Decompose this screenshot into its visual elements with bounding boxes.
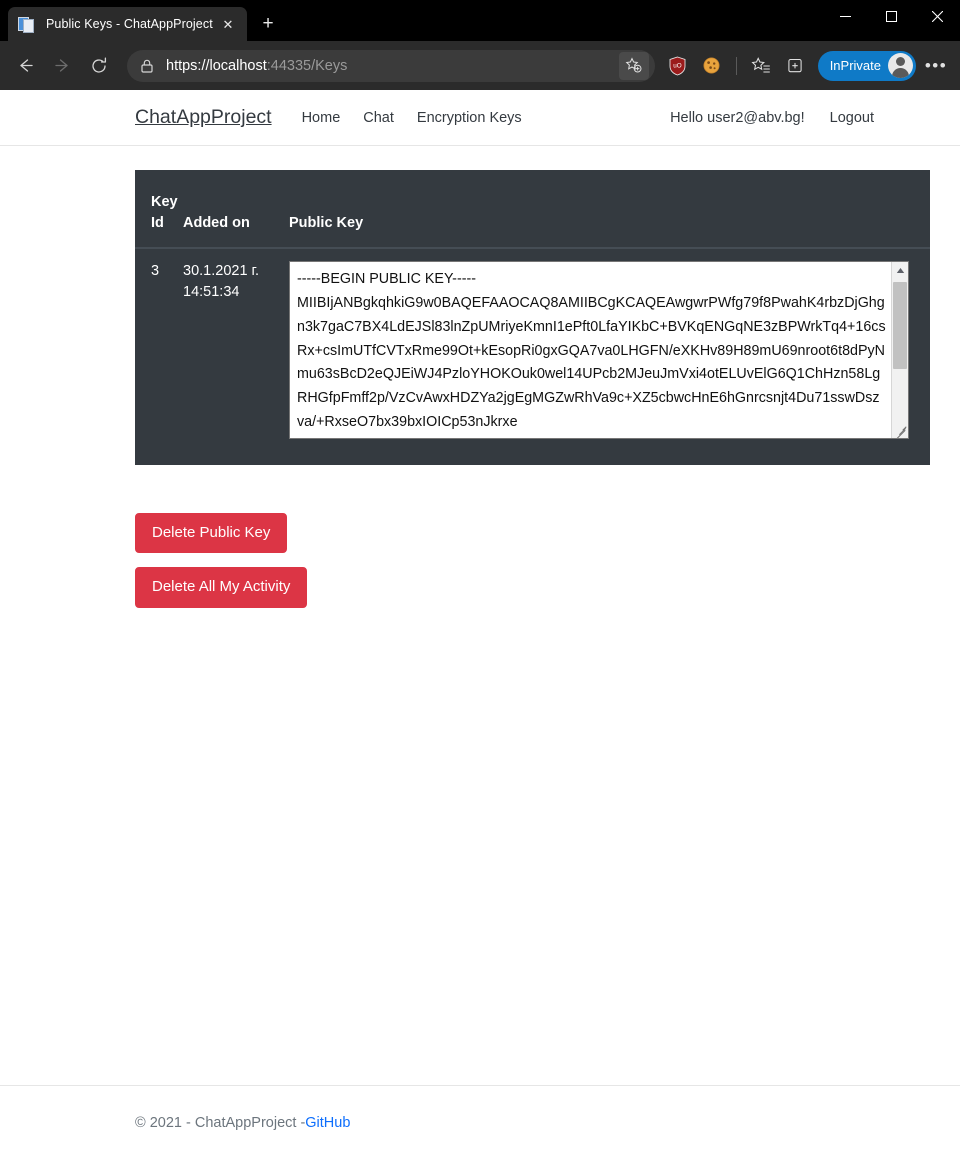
browser-titlebar: Public Keys - ChatAppProject ✕ + <box>0 0 960 41</box>
ublock-origin-icon[interactable]: uO <box>662 50 694 82</box>
avatar-icon[interactable] <box>888 53 913 78</box>
column-header-public-key: Public Key <box>289 170 930 249</box>
tab-close-icon[interactable]: ✕ <box>217 13 239 35</box>
browser-toolbar: https://localhost:44335/Keys uO InPrivat… <box>0 41 960 90</box>
scrollbar-track[interactable] <box>892 279 909 421</box>
document-icon <box>18 16 35 33</box>
address-bar[interactable]: https://localhost:44335/Keys <box>127 49 655 82</box>
table-head: Key Id Added on Public Key <box>135 170 930 249</box>
table-row: 3 30.1.2021 г. 14:51:34 -----BEGIN PUBLI… <box>135 248 930 465</box>
textarea-scrollbar[interactable] <box>891 261 909 438</box>
delete-public-key-button[interactable]: Delete Public Key <box>135 512 288 554</box>
star-list-icon[interactable] <box>745 50 777 82</box>
toolbar-divider <box>735 56 737 75</box>
cookie-icon[interactable] <box>696 50 728 82</box>
collections-icon[interactable] <box>779 50 811 82</box>
public-key-textarea-wrapper: -----BEGIN PUBLIC KEY----- MIIBIjANBgkqh… <box>289 260 909 439</box>
main-content: Key Id Added on Public Key 3 30.1.2021 г… <box>0 146 960 1085</box>
delete-all-activity-button[interactable]: Delete All My Activity <box>135 567 308 608</box>
browser-window: Public Keys - ChatAppProject ✕ + https:/… <box>0 0 960 1160</box>
maximize-icon[interactable] <box>868 0 914 33</box>
back-arrow-icon[interactable] <box>8 49 42 83</box>
user-nav: Hello user2@abv.bg! Logout <box>670 110 936 126</box>
inprivate-badge[interactable]: InPrivate <box>817 50 916 81</box>
close-icon[interactable] <box>914 0 960 33</box>
scroll-up-icon[interactable] <box>892 262 909 279</box>
window-controls <box>822 0 960 33</box>
cell-key-id: 3 <box>151 262 160 279</box>
cell-public-key: -----BEGIN PUBLIC KEY----- MIIBIjANBgkqh… <box>289 248 930 465</box>
inprivate-label: InPrivate <box>829 58 881 73</box>
reload-icon[interactable] <box>82 49 116 83</box>
tab-title: Public Keys - ChatAppProject <box>46 17 213 31</box>
minimize-icon[interactable] <box>822 0 868 33</box>
public-keys-table: Key Id Added on Public Key 3 30.1.2021 г… <box>135 170 930 465</box>
site-navbar: ChatAppProject Home Chat Encryption Keys… <box>0 90 960 146</box>
settings-more-icon[interactable]: ••• <box>920 50 952 82</box>
textarea-resize-handle[interactable] <box>892 421 908 438</box>
primary-nav: Home Chat Encryption Keys <box>302 110 522 126</box>
public-key-textarea[interactable]: -----BEGIN PUBLIC KEY----- MIIBIjANBgkqh… <box>289 260 909 439</box>
footer-text: © 2021 - ChatAppProject - <box>135 1115 306 1131</box>
column-header-added-on: Added on <box>183 170 289 249</box>
url-host: https://localhost <box>166 57 267 74</box>
url-text[interactable]: https://localhost:44335/Keys <box>166 58 619 74</box>
svg-text:uO: uO <box>673 62 682 69</box>
site-footer: © 2021 - ChatAppProject - GitHub <box>0 1085 960 1160</box>
new-tab-button[interactable]: + <box>253 9 283 39</box>
lock-icon[interactable] <box>139 58 155 74</box>
table-header-row: Key Id Added on Public Key <box>135 170 930 249</box>
github-link[interactable]: GitHub <box>305 1115 350 1131</box>
greeting-link[interactable]: Hello user2@abv.bg! <box>670 110 805 126</box>
table-body: 3 30.1.2021 г. 14:51:34 -----BEGIN PUBLI… <box>135 248 930 465</box>
url-path: :44335/Keys <box>266 57 348 74</box>
nav-link-chat[interactable]: Chat <box>363 110 394 126</box>
star-plus-icon[interactable] <box>618 51 649 80</box>
nav-link-home[interactable]: Home <box>302 110 341 126</box>
brand-link[interactable]: ChatAppProject <box>135 106 272 129</box>
logout-link[interactable]: Logout <box>830 110 874 126</box>
column-header-key-id: Key Id <box>135 170 183 249</box>
scrollbar-thumb[interactable] <box>893 281 907 369</box>
cell-added-on: 30.1.2021 г. 14:51:34 <box>183 262 260 301</box>
forward-arrow-icon <box>45 49 79 83</box>
page-viewport: ChatAppProject Home Chat Encryption Keys… <box>0 90 960 1160</box>
browser-tab[interactable]: Public Keys - ChatAppProject ✕ <box>8 7 247 41</box>
nav-link-encryption-keys[interactable]: Encryption Keys <box>417 110 522 126</box>
